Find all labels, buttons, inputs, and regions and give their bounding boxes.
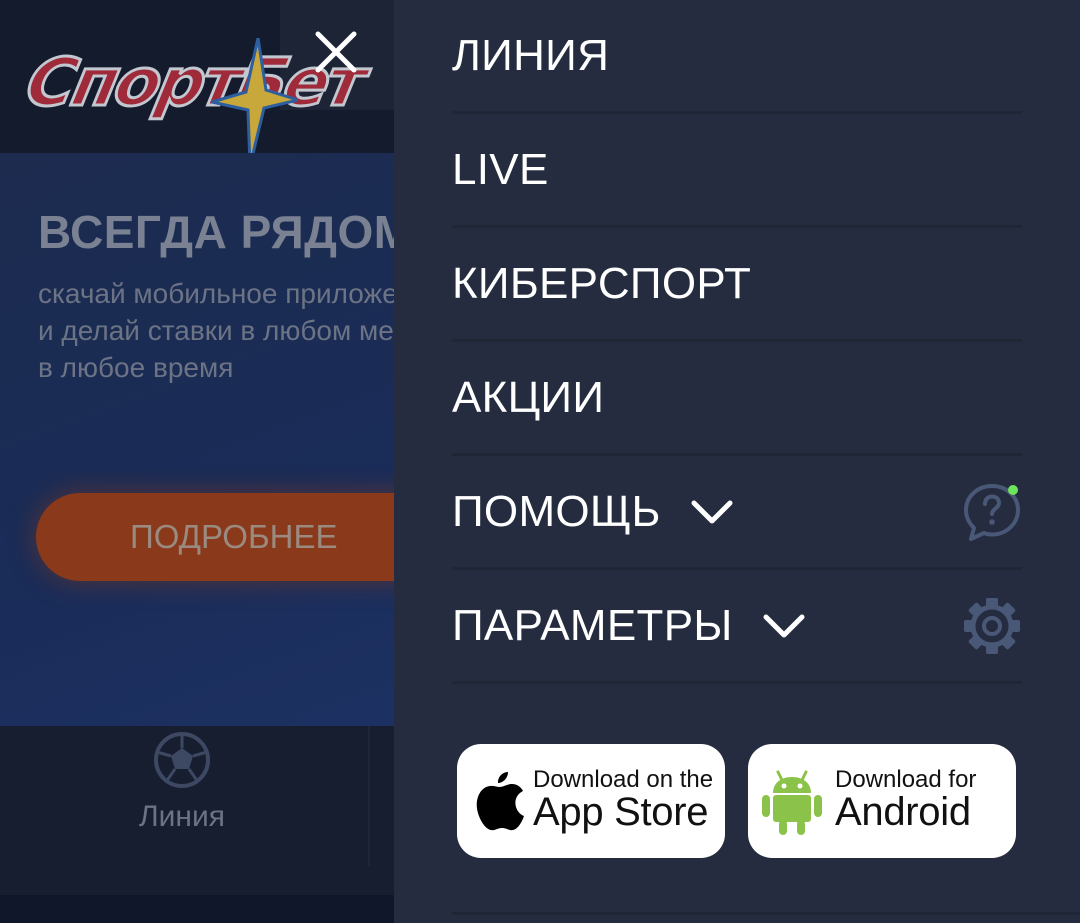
gear-icon[interactable]: [962, 596, 1022, 656]
chevron-down-icon: [763, 614, 805, 637]
menu-item-line[interactable]: ЛИНИЯ: [452, 0, 1022, 114]
close-menu-button[interactable]: [306, 24, 366, 84]
android-download-button[interactable]: Download for Android: [748, 744, 1016, 858]
menu-item-settings[interactable]: ПАРАМЕТРЫ: [452, 570, 1022, 684]
soccer-ball-icon: [154, 732, 210, 788]
menu-item-help[interactable]: ПОМОЩЬ: [452, 456, 1022, 570]
bottom-nav-tab-label: Линия: [138, 800, 225, 833]
online-status-dot: [1008, 484, 1018, 495]
menu-item-label: АКЦИИ: [452, 372, 605, 422]
menu-item-label: КИБЕРСПОРТ: [452, 258, 752, 308]
logo-star-icon: [211, 38, 298, 167]
menu-item-esports[interactable]: КИБЕРСПОРТ: [452, 228, 1022, 342]
apple-icon: [476, 772, 524, 831]
bottom-nav-tab-line[interactable]: Линия: [120, 730, 244, 860]
android-big-text: Android: [835, 790, 971, 834]
menu-divider: [452, 912, 1080, 915]
menu-item-label: ПОМОЩЬ: [452, 486, 661, 536]
banner-title: ВСЕГДА РЯДОМ: [38, 206, 413, 258]
close-icon: [315, 31, 357, 73]
chevron-down-icon: [691, 500, 733, 523]
menu-item-label: LIVE: [452, 144, 549, 194]
app-store-big-text: App Store: [533, 790, 709, 834]
menu-item-label: ЛИНИЯ: [452, 30, 610, 80]
menu-item-live[interactable]: LIVE: [452, 114, 1022, 228]
bottom-nav-divider: [368, 726, 370, 866]
menu-item-promotions[interactable]: АКЦИИ: [452, 342, 1022, 456]
app-store-button[interactable]: Download on the App Store: [457, 744, 725, 858]
chat-help-icon[interactable]: [962, 482, 1022, 542]
menu-item-label: ПАРАМЕТРЫ: [452, 600, 733, 650]
android-icon: [762, 770, 822, 835]
